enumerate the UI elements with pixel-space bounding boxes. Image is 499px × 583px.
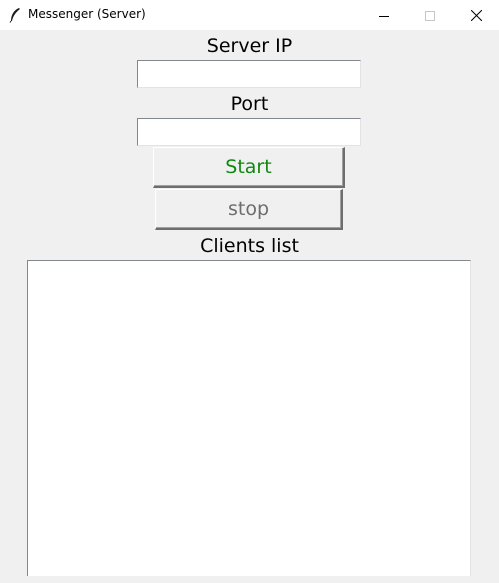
start-button[interactable]: Start	[153, 147, 345, 188]
messenger-server-window: Messenger (Server) Server IP Port Start …	[0, 0, 499, 583]
maximize-button[interactable]	[407, 0, 453, 30]
title-bar[interactable]: Messenger (Server)	[0, 0, 499, 30]
server-ip-label: Server IP	[206, 35, 293, 57]
port-input[interactable]	[137, 118, 361, 146]
minimize-button[interactable]	[361, 0, 407, 30]
clients-list-label: Clients list	[200, 235, 299, 257]
close-icon	[470, 6, 482, 25]
minimize-icon	[379, 6, 389, 25]
feather-icon	[8, 7, 22, 23]
maximize-icon	[425, 6, 435, 25]
window-title: Messenger (Server)	[28, 7, 146, 21]
port-label: Port	[230, 93, 269, 115]
stop-button[interactable]: stop	[155, 189, 343, 230]
close-button[interactable]	[453, 0, 499, 30]
server-ip-input[interactable]	[137, 60, 361, 88]
clients-listbox[interactable]	[27, 260, 471, 576]
